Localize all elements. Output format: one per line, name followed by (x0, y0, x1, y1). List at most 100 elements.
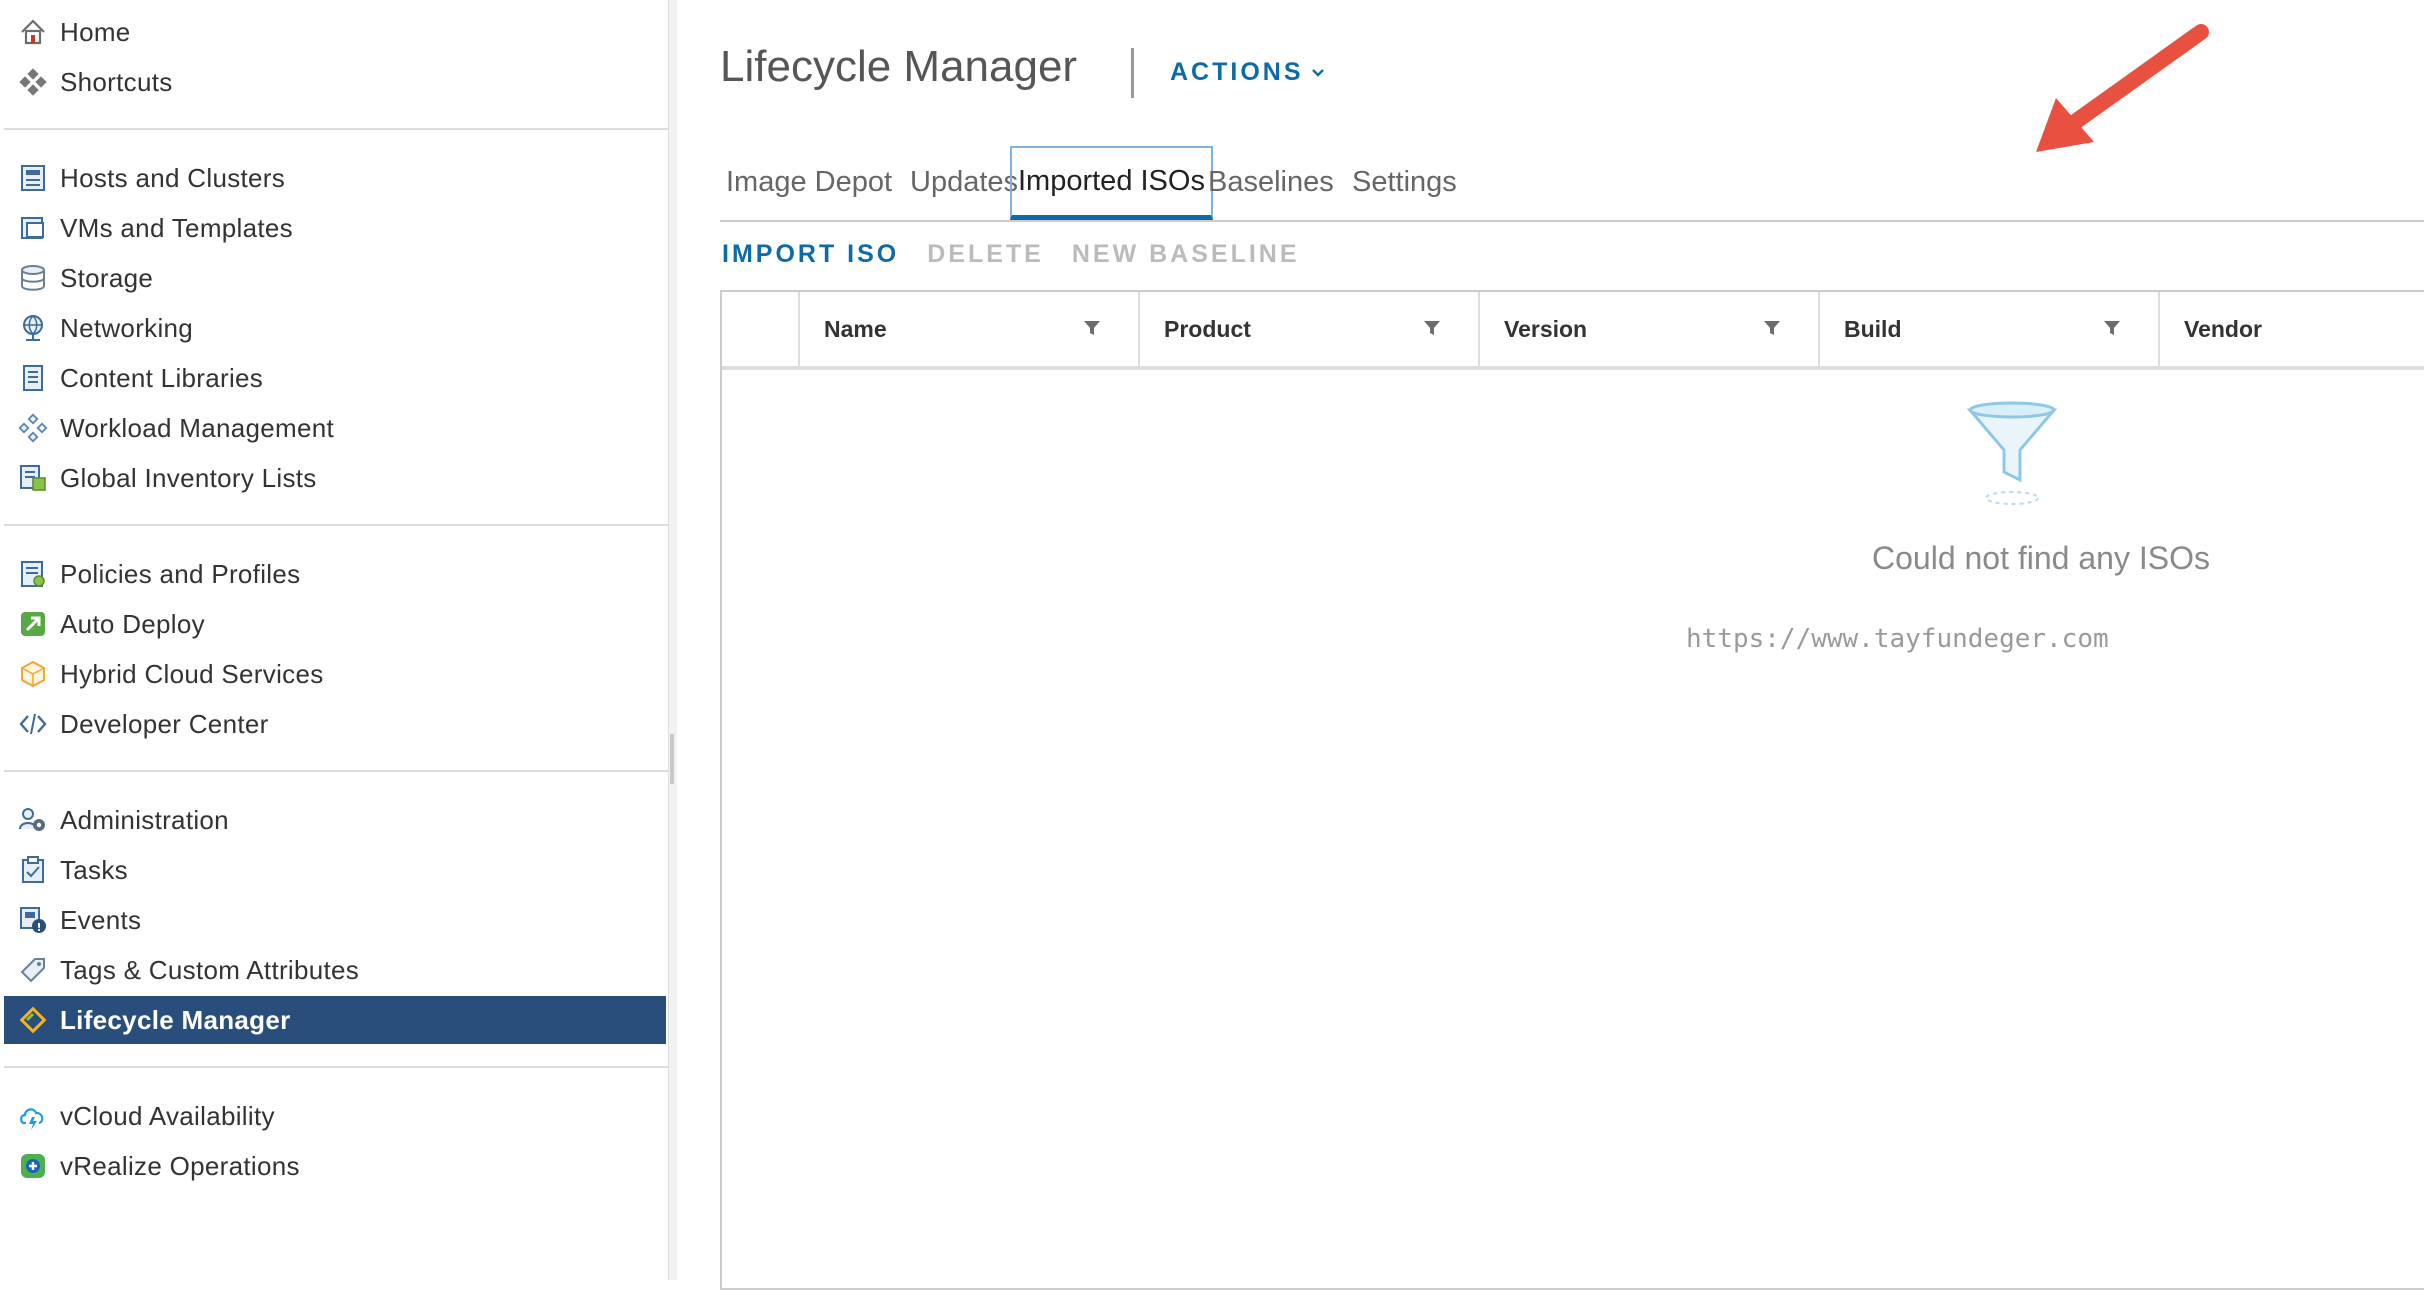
workload-management-icon (16, 411, 50, 445)
column-vendor[interactable]: Vendor (2158, 292, 2424, 366)
tab-settings[interactable]: Settings (1352, 146, 1457, 218)
sidebar-item-label: Administration (60, 804, 229, 835)
sidebar-item-shortcuts[interactable]: Shortcuts (4, 58, 666, 106)
sidebar-item-vms-templates[interactable]: VMs and Templates (4, 204, 666, 252)
sidebar-item-label: Tags & Custom Attributes (60, 954, 360, 985)
sidebar-item-workload-management[interactable]: Workload Management (4, 404, 666, 452)
chevron-down-icon (1311, 68, 1324, 77)
sidebar-item-label: Hybrid Cloud Services (60, 658, 324, 689)
navigation-sidebar: Home Shortcuts Hosts and Clusters VMs an… (0, 0, 668, 1280)
sidebar-item-label: Hosts and Clusters (60, 162, 286, 193)
sidebar-item-label: Tasks (60, 854, 128, 885)
shortcuts-icon (16, 65, 50, 99)
sidebar-item-developer-center[interactable]: Developer Center (4, 700, 666, 748)
column-version[interactable]: Version (1478, 292, 1818, 366)
sidebar-item-label: vRealize Operations (60, 1150, 300, 1181)
column-label: Version (1504, 315, 1588, 342)
filter-icon[interactable] (2102, 318, 2122, 338)
sidebar-item-home[interactable]: Home (4, 8, 666, 56)
sidebar-item-auto-deploy[interactable]: Auto Deploy (4, 600, 666, 648)
developer-center-icon (16, 707, 50, 741)
delete-button[interactable]: DELETE (927, 240, 1044, 272)
actions-label: ACTIONS (1170, 58, 1304, 86)
sidebar-divider (4, 524, 668, 526)
sidebar-item-label: Developer Center (60, 708, 269, 739)
watermark-text: https://www.tayfundeger.com (1686, 624, 2109, 654)
column-name[interactable]: Name (798, 292, 1138, 366)
networking-icon (16, 311, 50, 345)
empty-state-message: Could not find any ISOs (1872, 540, 2210, 576)
splitter-handle[interactable] (670, 734, 674, 784)
select-column (722, 292, 798, 366)
sidebar-item-hybrid-cloud[interactable]: Hybrid Cloud Services (4, 650, 666, 698)
grid-toolbar: IMPORT ISO DELETE NEW BASELINE (722, 240, 1328, 272)
sidebar-item-tasks[interactable]: Tasks (4, 846, 666, 894)
actions-dropdown-button[interactable]: ACTIONS (1170, 58, 1326, 87)
vms-templates-icon (16, 211, 50, 245)
sidebar-divider (4, 1066, 668, 1068)
sidebar-item-vcloud-availability[interactable]: vCloud Availability (4, 1092, 666, 1140)
main-content: Lifecycle Manager ACTIONS Image Depot Up… (676, 0, 2424, 1290)
column-product[interactable]: Product (1138, 292, 1478, 366)
column-label: Build (1844, 315, 1902, 342)
sidebar-item-storage[interactable]: Storage (4, 254, 666, 302)
sidebar-item-label: Lifecycle Manager (60, 1004, 291, 1035)
sidebar-divider (4, 770, 668, 772)
sidebar-divider (4, 128, 668, 130)
column-build[interactable]: Build (1818, 292, 2158, 366)
content-libraries-icon (16, 361, 50, 395)
sidebar-item-global-inventory[interactable]: Global Inventory Lists (4, 454, 666, 502)
grid-header: Name Product Version Build Vendor (722, 292, 2424, 370)
sidebar-item-content-libraries[interactable]: Content Libraries (4, 354, 666, 402)
policies-icon (16, 557, 50, 591)
page-title: Lifecycle Manager (720, 42, 1078, 91)
sidebar-item-hosts-clusters[interactable]: Hosts and Clusters (4, 154, 666, 202)
sidebar-item-policies-profiles[interactable]: Policies and Profiles (4, 550, 666, 598)
sidebar-item-label: Storage (60, 262, 154, 293)
vrealize-operations-icon (16, 1149, 50, 1183)
sidebar-item-label: Content Libraries (60, 362, 264, 393)
column-label: Name (824, 315, 887, 342)
column-label: Product (1164, 315, 1251, 342)
filter-icon[interactable] (1422, 318, 1442, 338)
sidebar-item-tags[interactable]: Tags & Custom Attributes (4, 946, 666, 994)
auto-deploy-icon (16, 607, 50, 641)
tasks-icon (16, 853, 50, 887)
empty-funnel-icon (1966, 401, 2058, 505)
sidebar-item-administration[interactable]: Administration (4, 796, 666, 844)
sidebar-item-label: Home (60, 16, 131, 47)
iso-datagrid: Name Product Version Build Vendor (720, 290, 2424, 1290)
global-inventory-icon (16, 461, 50, 495)
sidebar-item-vrealize-operations[interactable]: vRealize Operations (4, 1142, 666, 1190)
sidebar-item-label: Events (60, 904, 142, 935)
annotation-arrow-icon (2036, 24, 2209, 152)
tab-updates[interactable]: Updates (910, 146, 1018, 218)
vcloud-availability-icon (16, 1099, 50, 1133)
sidebar-item-label: Shortcuts (60, 66, 173, 97)
tab-bar: Image Depot Updates Imported ISOs Baseli… (720, 146, 2424, 222)
sidebar-item-events[interactable]: ! Events (4, 896, 666, 944)
import-iso-button[interactable]: IMPORT ISO (722, 240, 899, 272)
tab-image-depot[interactable]: Image Depot (726, 146, 892, 218)
tags-icon (16, 953, 50, 987)
storage-icon (16, 261, 50, 295)
column-label: Vendor (2184, 315, 2262, 342)
filter-icon[interactable] (1082, 318, 1102, 338)
new-baseline-button[interactable]: NEW BASELINE (1072, 240, 1300, 272)
sidebar-item-label: Policies and Profiles (60, 558, 301, 589)
sidebar-item-networking[interactable]: Networking (4, 304, 666, 352)
filter-icon[interactable] (1762, 318, 1782, 338)
administration-icon (16, 803, 50, 837)
events-icon: ! (16, 903, 50, 937)
sidebar-item-lifecycle-manager[interactable]: Lifecycle Manager (4, 996, 666, 1044)
hybrid-cloud-icon (16, 657, 50, 691)
tab-imported-isos[interactable]: Imported ISOs (1010, 146, 1213, 220)
svg-text:!: ! (36, 921, 41, 934)
sidebar-item-label: Workload Management (60, 412, 335, 443)
tab-baselines[interactable]: Baselines (1208, 146, 1334, 218)
sidebar-item-label: Networking (60, 312, 194, 343)
sidebar-item-label: VMs and Templates (60, 212, 293, 243)
home-icon (16, 15, 50, 49)
sidebar-item-label: Global Inventory Lists (60, 462, 317, 493)
sidebar-item-label: Auto Deploy (60, 608, 205, 639)
